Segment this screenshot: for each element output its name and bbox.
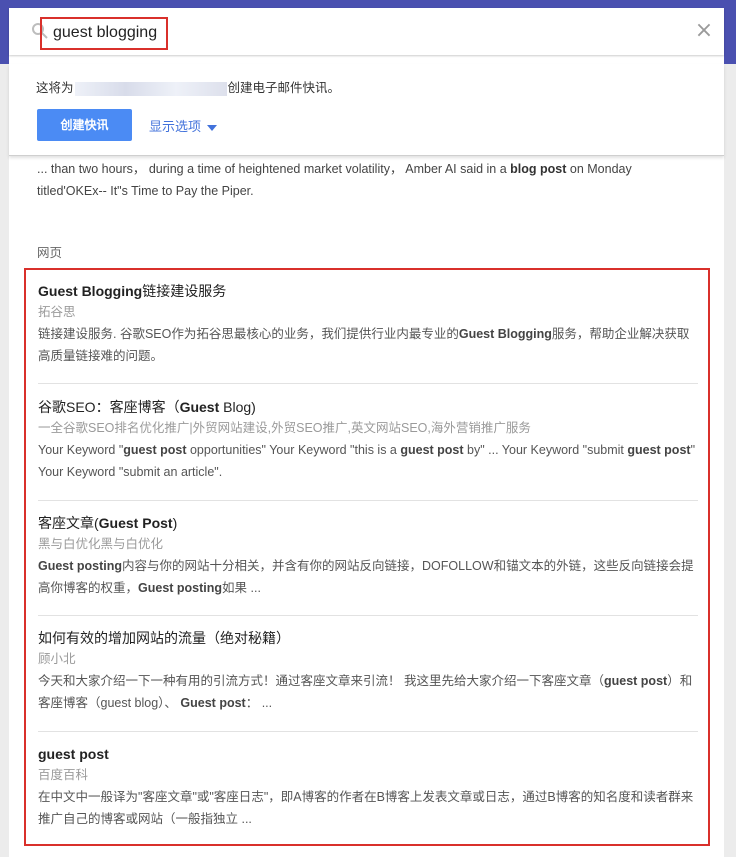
snippet-text: ... than two hours， during a time of hei… bbox=[37, 162, 511, 176]
section-label-web: 网页 bbox=[37, 246, 63, 260]
result-divider bbox=[38, 500, 698, 501]
result-source: 黑与白优化黑与白优化 bbox=[38, 537, 164, 551]
result-divider bbox=[38, 383, 698, 384]
result-description: 在中文中一般译为"客座文章"或"客座日志"，即A博客的作者在B博客上发表文章或日… bbox=[38, 790, 694, 826]
result-title[interactable]: Guest Blogging链接建设服务 bbox=[38, 281, 698, 301]
alert-text-before: 这将为 bbox=[36, 81, 74, 95]
result-title[interactable]: 谷歌SEO：客座博客（Guest Blog) bbox=[38, 397, 698, 417]
alert-text-after: 创建电子邮件快讯。 bbox=[227, 81, 341, 95]
show-options-label: 显示选项 bbox=[149, 119, 202, 134]
news-result-snippet: ... than two hours， during a time of hei… bbox=[37, 158, 697, 202]
create-alert-button[interactable]: 创建快讯 bbox=[37, 109, 132, 141]
result-item: 谷歌SEO：客座博客（Guest Blog) 一全谷歌SEO排名优化推广|外贸网… bbox=[38, 397, 698, 483]
result-source: 拓谷思 bbox=[38, 305, 76, 319]
result-item: Guest Blogging链接建设服务 拓谷思 链接建设服务. 谷歌SEO作为… bbox=[38, 281, 698, 367]
result-title[interactable]: 如何有效的增加网站的流量（绝对秘籍） bbox=[38, 628, 698, 648]
result-source: 顾小北 bbox=[38, 652, 76, 666]
result-item: 客座文章(Guest Post) 黑与白优化黑与白优化 Guest postin… bbox=[38, 513, 698, 599]
result-description: Guest posting内容与你的网站十分相关，并含有你的网站反向链接，DOF… bbox=[38, 559, 694, 595]
result-source: 百度百科 bbox=[38, 768, 89, 782]
redacted-email bbox=[74, 81, 227, 96]
snippet-bold: blog post bbox=[510, 162, 567, 176]
result-title[interactable]: 客座文章(Guest Post) bbox=[38, 513, 698, 533]
result-title[interactable]: guest post bbox=[38, 744, 698, 764]
result-description: 今天和大家介绍一下一种有用的引流方式！通过客座文章来引流！ 我这里先给大家介绍一… bbox=[38, 674, 693, 710]
result-item: guest post 百度百科 在中文中一般译为"客座文章"或"客座日志"，即A… bbox=[38, 744, 698, 830]
result-divider bbox=[38, 615, 698, 616]
search-box[interactable]: guest blogging × bbox=[9, 8, 724, 55]
results-highlight-box: Guest Blogging链接建设服务 拓谷思 链接建设服务. 谷歌SEO作为… bbox=[24, 268, 710, 846]
alert-description: 这将为 创建电子邮件快讯。 bbox=[36, 77, 340, 96]
chevron-down-icon bbox=[207, 124, 218, 131]
result-source: 一全谷歌SEO排名优化推广|外贸网站建设,外贸SEO推广,英文网站SEO,海外营… bbox=[38, 421, 531, 435]
search-input[interactable]: guest blogging bbox=[53, 24, 157, 42]
show-options-link[interactable]: 显示选项 bbox=[149, 116, 218, 135]
alert-card: 这将为 创建电子邮件快讯。 创建快讯 显示选项 bbox=[9, 64, 724, 156]
result-item: 如何有效的增加网站的流量（绝对秘籍） 顾小北 今天和大家介绍一下一种有用的引流方… bbox=[38, 628, 698, 714]
result-description: Your Keyword "guest post opportunities" … bbox=[38, 443, 695, 479]
close-icon[interactable]: × bbox=[694, 20, 714, 42]
result-divider bbox=[38, 731, 698, 732]
result-description: 链接建设服务. 谷歌SEO作为拓谷思最核心的业务，我们提供行业内最专业的Gues… bbox=[38, 327, 690, 363]
